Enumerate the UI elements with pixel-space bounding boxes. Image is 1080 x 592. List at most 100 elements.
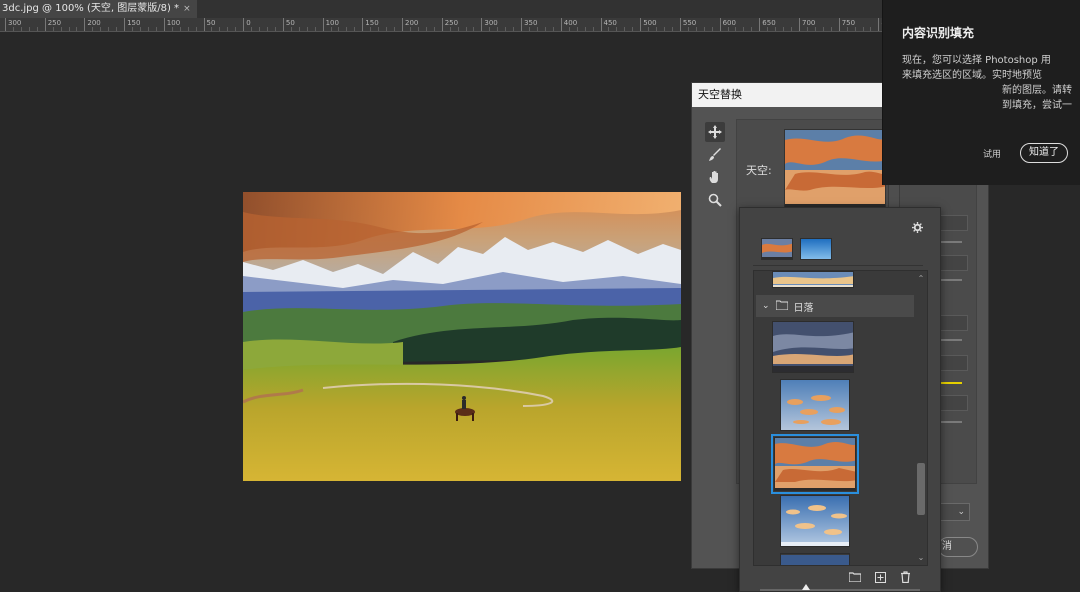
ruler-minor-tick [830, 27, 832, 31]
ruler-minor-tick [576, 27, 578, 31]
sky-preset-item[interactable] [780, 379, 850, 431]
ruler-tick-label: 550 [682, 19, 697, 27]
ruler-tick: 700 [799, 18, 815, 31]
sky-preset-item[interactable] [772, 321, 854, 373]
ruler-minor-tick [616, 27, 618, 31]
setting-slider[interactable] [938, 339, 962, 341]
ruler-minor-tick [235, 27, 237, 31]
tip-body-line: 到填充，尝试一 [1002, 100, 1072, 111]
ruler-minor-tick [465, 27, 467, 31]
sky-preset-item[interactable] [780, 495, 850, 547]
ruler-minor-tick [290, 27, 292, 31]
gear-icon[interactable] [912, 222, 923, 236]
setting-field[interactable] [938, 315, 968, 331]
ruler-tick-label: 500 [643, 19, 657, 27]
document-tab[interactable]: 3dc.jpg @ 100% (天空, 图层蒙版/8) * × [0, 0, 197, 18]
ruler-minor-tick [314, 27, 316, 31]
ruler-tick: 600 [719, 18, 736, 31]
cancel-button[interactable]: 消 [938, 537, 978, 557]
ruler-tick-label: 750 [841, 19, 856, 27]
scroll-down-icon[interactable]: ⌄ [915, 552, 927, 564]
setting-field[interactable] [938, 215, 968, 231]
try-link[interactable]: 试用 [983, 147, 1001, 160]
ruler-minor-tick [751, 27, 753, 31]
sky-preset-list[interactable]: ⌄ 日落 ⌃ ⌄ [753, 270, 928, 566]
ruler-minor-tick [497, 27, 499, 31]
ruler-minor-tick [767, 27, 769, 31]
close-tab-icon[interactable]: × [183, 0, 191, 18]
ruler-tick: 150 [362, 18, 379, 31]
output-dropdown[interactable]: ⌄ [938, 503, 970, 521]
trash-icon[interactable] [898, 570, 912, 584]
setting-slider[interactable] [938, 421, 962, 423]
ruler-minor-tick [695, 27, 697, 31]
photoshop-workspace: 3dc.jpg @ 100% (天空, 图层蒙版/8) * × 300 250 20… [0, 0, 1080, 592]
ruler-tick: 350 [521, 18, 537, 31]
thumbnail-size-slider[interactable] [760, 584, 920, 591]
ruler-minor-tick [219, 27, 221, 31]
temperature-slider[interactable] [938, 382, 962, 384]
ruler-minor-tick [854, 27, 856, 31]
ruler-minor-tick [703, 27, 705, 31]
sky-preset-item[interactable] [780, 553, 850, 565]
setting-field[interactable] [938, 355, 968, 371]
ruler-minor-tick [687, 27, 689, 31]
ruler-minor-tick [155, 27, 157, 31]
ruler-minor-tick [648, 27, 650, 31]
ruler-minor-tick [783, 27, 785, 31]
ruler-minor-tick [433, 27, 435, 31]
setting-field[interactable] [938, 395, 968, 411]
ruler-tick-label: 650 [762, 19, 776, 27]
zoom-tool-icon[interactable] [705, 190, 725, 210]
ruler-minor-tick [139, 27, 141, 31]
ruler-minor-tick [338, 27, 340, 31]
ruler-tick-label: 50 [206, 19, 216, 27]
ruler-tick: 250 [44, 18, 61, 31]
scrollbar-thumb[interactable] [917, 463, 925, 515]
folder-sunset[interactable]: ⌄ 日落 [756, 295, 914, 317]
sky-preset-item[interactable] [772, 271, 854, 288]
brush-tool-icon[interactable] [705, 145, 725, 165]
ruler-minor-tick [529, 27, 531, 31]
setting-slider[interactable] [938, 241, 962, 243]
scroll-up-icon[interactable]: ⌃ [915, 273, 927, 285]
new-folder-icon[interactable] [848, 570, 862, 584]
chevron-down-icon[interactable]: ⌄ [762, 301, 770, 311]
ruler-minor-tick [409, 27, 411, 31]
canvas-image[interactable] [243, 192, 681, 481]
tip-body-line: 来填充选区的区域。实时地预览 [902, 70, 1042, 81]
recent-sky-preset[interactable] [800, 238, 832, 260]
ruler-tick-label: 600 [722, 19, 736, 27]
ruler-minor-tick [846, 27, 848, 31]
add-preset-icon[interactable] [873, 570, 887, 584]
hand-tool-icon[interactable] [705, 167, 725, 187]
ruler-minor-tick [132, 27, 134, 31]
ruler-tick: 450 [600, 18, 617, 31]
selected-sky-thumbnail[interactable] [784, 129, 886, 209]
ruler-minor-tick [274, 27, 276, 31]
tip-panel: 内容识别填充 现在，您可以选择 Photoshop 用 来填充选区的区域。实时地… [882, 0, 1080, 185]
preset-list-scrollbar[interactable]: ⌃ ⌄ [915, 271, 927, 565]
ruler-tick: 550 [679, 18, 696, 31]
slider-handle[interactable] [802, 584, 810, 590]
ruler-minor-tick [473, 27, 475, 31]
move-tool-icon[interactable] [705, 122, 725, 142]
got-it-button[interactable]: 知道了 [1020, 143, 1068, 163]
ruler-tick-label: 150 [365, 19, 379, 27]
ruler-minor-tick [346, 27, 348, 31]
sky-preset-item-selected[interactable] [771, 434, 859, 494]
ruler-minor-tick [52, 27, 54, 31]
ruler-minor-tick [330, 27, 332, 31]
ruler-tick-label: 100 [325, 19, 339, 27]
ruler-tick-label: 250 [444, 19, 459, 27]
ruler-minor-tick [171, 27, 173, 31]
tip-title: 内容识别填充 [902, 26, 975, 40]
horizontal-ruler[interactable]: 300 250 200 150 100 50 0 50 100 150 200 250 300 350 40… [0, 18, 882, 32]
ruler-minor-tick [60, 27, 62, 31]
setting-slider[interactable] [938, 279, 962, 281]
setting-field[interactable] [938, 255, 968, 271]
recent-sky-preset[interactable] [761, 238, 793, 260]
ruler-tick: 50 [282, 18, 295, 31]
ruler-tick-label: 200 [405, 19, 419, 27]
ruler-minor-tick [711, 27, 713, 31]
